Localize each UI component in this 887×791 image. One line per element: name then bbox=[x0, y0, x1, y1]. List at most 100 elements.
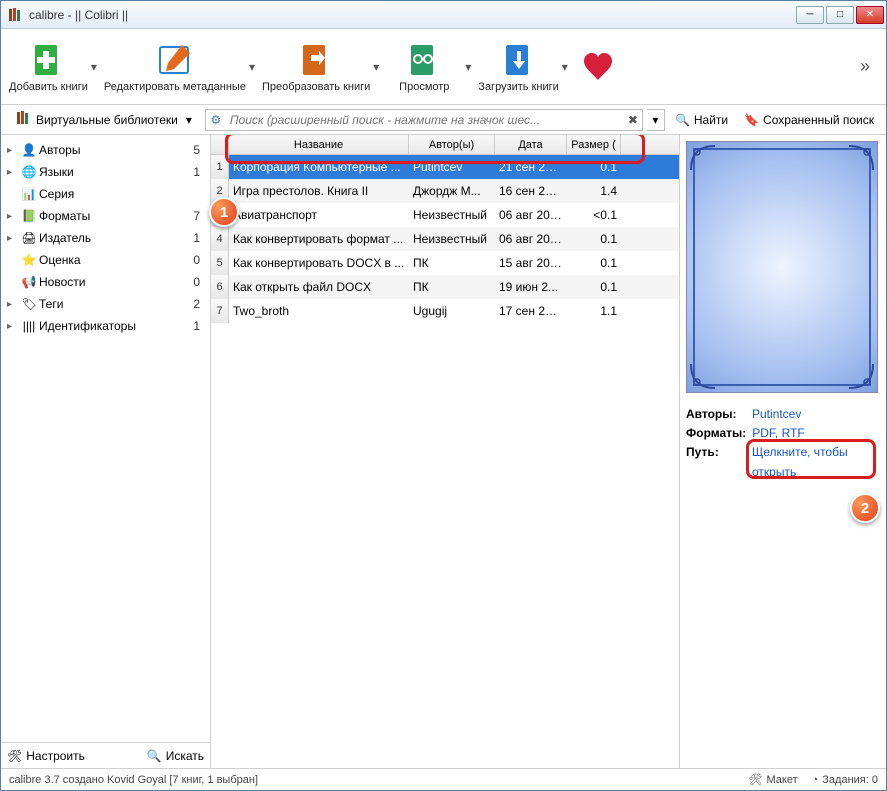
table-row[interactable]: 1 Корпорация Компьютерные ... Putintcev … bbox=[211, 155, 679, 179]
col-title[interactable]: Название bbox=[229, 135, 409, 154]
formats-value[interactable]: PDF, RTF bbox=[752, 424, 804, 443]
cell-author: Неизвестный bbox=[409, 232, 495, 246]
status-bar: calibre 3.7 создано Kovid Goyal [7 книг,… bbox=[1, 768, 886, 790]
table-row[interactable]: 6 Как открыть файл DOCX ПК 19 июн 2... 0… bbox=[211, 275, 679, 299]
sidebar-item-news[interactable]: 📢 Новости 0 bbox=[3, 271, 208, 293]
ids-icon: |||| bbox=[19, 319, 39, 333]
cell-date: 21 сен 2017 bbox=[495, 160, 567, 174]
chevron-down-icon: ▾ bbox=[186, 113, 192, 127]
book-list: Название Автор(ы) Дата Размер ( 1 Корпор… bbox=[211, 135, 680, 768]
edit-metadata-dropdown[interactable]: ▾ bbox=[246, 48, 258, 86]
sidebar-item-count: 7 bbox=[193, 209, 204, 223]
view-button[interactable]: Просмотр bbox=[386, 41, 462, 93]
sidebar-item-label: Идентификаторы bbox=[39, 319, 193, 333]
col-size[interactable]: Размер ( bbox=[567, 135, 621, 154]
add-books-button[interactable]: Добавить книги bbox=[9, 41, 88, 93]
app-icon bbox=[7, 7, 23, 23]
edit-metadata-button[interactable]: Редактировать метаданные bbox=[104, 41, 246, 93]
cell-date: 06 авг 2017 bbox=[495, 208, 567, 222]
cell-title: Как конвертировать DOCX в ... bbox=[229, 256, 409, 270]
wrench-icon: 🛠 bbox=[7, 749, 22, 763]
download-books-button[interactable]: Загрузить книги bbox=[478, 41, 558, 93]
row-number: 6 bbox=[211, 275, 229, 299]
sidebar-item-tags[interactable]: ▸ 🏷 Теги 2 bbox=[3, 293, 208, 315]
rating-icon: ⭐ bbox=[19, 253, 39, 267]
sidebar-item-rating[interactable]: ⭐ Оценка 0 bbox=[3, 249, 208, 271]
sidebar-item-format[interactable]: ▸ 📗 Форматы 7 bbox=[3, 205, 208, 227]
cell-title: Two_broth bbox=[229, 304, 409, 318]
expand-arrow-icon: ▸ bbox=[7, 211, 19, 222]
close-button[interactable]: ✕ bbox=[856, 6, 884, 24]
sidebar-item-publisher[interactable]: ▸ 🖨 Издатель 1 bbox=[3, 227, 208, 249]
cell-date: 16 сен 2017 bbox=[495, 184, 567, 198]
row-number: 4 bbox=[211, 227, 229, 251]
book-cover[interactable] bbox=[686, 141, 878, 393]
sidebar-item-label: Серия bbox=[39, 187, 200, 201]
col-date[interactable]: Дата bbox=[495, 135, 567, 154]
sidebar-item-label: Издатель bbox=[39, 231, 193, 245]
jobs-button[interactable]: ◔Задания: 0 bbox=[812, 774, 878, 786]
donate-button[interactable] bbox=[575, 51, 621, 83]
titlebar: calibre - || Colibri || ─ □ ✕ bbox=[1, 1, 886, 29]
toolbar-overflow[interactable]: » bbox=[852, 56, 878, 77]
row-number: 1 bbox=[211, 155, 229, 179]
col-author[interactable]: Автор(ы) bbox=[409, 135, 495, 154]
download-books-icon bbox=[500, 41, 538, 79]
table-row[interactable]: 2 Игра престолов. Книга II Джордж М... 1… bbox=[211, 179, 679, 203]
convert-books-button[interactable]: Преобразовать книги bbox=[262, 41, 370, 93]
books-icon bbox=[16, 110, 32, 129]
table-row[interactable]: 5 Как конвертировать DOCX в ... ПК 15 ав… bbox=[211, 251, 679, 275]
book-detail-panel: Авторы:Putintcev Форматы:PDF, RTF Путь: … bbox=[680, 135, 886, 768]
table-row[interactable]: 3 Авиатранспорт Неизвестный 06 авг 2017 … bbox=[211, 203, 679, 227]
cell-date: 17 сен 2017 bbox=[495, 304, 567, 318]
magnifier-icon: 🔍 bbox=[147, 749, 162, 763]
find-button[interactable]: 🔍 Найти bbox=[669, 111, 734, 129]
sidebar-item-series[interactable]: 📊 Серия bbox=[3, 183, 208, 205]
tag-browser: ▸ 👤 Авторы 5▸ 🌐 Языки 1 📊 Серия ▸ 📗 Форм… bbox=[1, 135, 211, 768]
sidebar-item-count: 1 bbox=[193, 165, 204, 179]
saved-search-button[interactable]: 🔖 Сохраненный поиск bbox=[738, 111, 880, 129]
find-button-sidebar[interactable]: 🔍Искать bbox=[147, 749, 204, 763]
sidebar-item-count: 2 bbox=[193, 297, 204, 311]
minimize-button[interactable]: ─ bbox=[796, 6, 824, 24]
maximize-button[interactable]: □ bbox=[826, 6, 854, 24]
sidebar-item-ids[interactable]: ▸ |||| Идентификаторы 1 bbox=[3, 315, 208, 337]
cell-author: ПК bbox=[409, 280, 495, 294]
add-books-dropdown[interactable]: ▾ bbox=[88, 48, 100, 86]
view-dropdown[interactable]: ▾ bbox=[462, 48, 474, 86]
search-input[interactable] bbox=[226, 113, 624, 127]
jobs-icon: ◔ bbox=[812, 774, 819, 786]
path-link[interactable]: Щелкните, чтобы открыть bbox=[752, 443, 872, 481]
callout-1: 1 bbox=[209, 197, 239, 227]
convert-books-icon bbox=[297, 41, 335, 79]
path-label: Путь: bbox=[686, 443, 746, 481]
gear-icon[interactable]: ⚙ bbox=[206, 113, 226, 127]
download-books-dropdown[interactable]: ▾ bbox=[559, 48, 571, 86]
authors-value[interactable]: Putintcev bbox=[752, 405, 801, 424]
sidebar-item-label: Теги bbox=[39, 297, 193, 311]
clear-search-icon[interactable]: ✖ bbox=[624, 113, 642, 127]
status-text: calibre 3.7 создано Kovid Goyal [7 книг,… bbox=[9, 774, 749, 786]
sidebar-item-author[interactable]: ▸ 👤 Авторы 5 bbox=[3, 139, 208, 161]
layout-button[interactable]: 🛠Макет bbox=[749, 773, 798, 786]
expand-arrow-icon: ▸ bbox=[7, 167, 19, 178]
row-number: 5 bbox=[211, 251, 229, 275]
author-icon: 👤 bbox=[19, 143, 39, 157]
cell-size: 0.1 bbox=[567, 160, 621, 174]
cell-author: Джордж М... bbox=[409, 184, 495, 198]
cell-size: 0.1 bbox=[567, 256, 621, 270]
magnifier-icon: 🔍 bbox=[675, 113, 690, 127]
sidebar-item-label: Новости bbox=[39, 275, 193, 289]
configure-button[interactable]: 🛠Настроить bbox=[7, 749, 85, 763]
search-dropdown[interactable]: ▾ bbox=[647, 109, 665, 131]
bookmark-icon: 🔖 bbox=[744, 113, 759, 127]
table-row[interactable]: 4 Как конвертировать формат ... Неизвест… bbox=[211, 227, 679, 251]
expand-arrow-icon: ▸ bbox=[7, 233, 19, 244]
format-icon: 📗 bbox=[19, 209, 39, 223]
news-icon: 📢 bbox=[19, 275, 39, 289]
sidebar-item-lang[interactable]: ▸ 🌐 Языки 1 bbox=[3, 161, 208, 183]
table-row[interactable]: 7 Two_broth Ugugij 17 сен 2017 1.1 bbox=[211, 299, 679, 323]
convert-books-dropdown[interactable]: ▾ bbox=[370, 48, 382, 86]
virtual-libraries-button[interactable]: Виртуальные библиотеки ▾ bbox=[7, 106, 201, 133]
sidebar-item-count: 1 bbox=[193, 319, 204, 333]
